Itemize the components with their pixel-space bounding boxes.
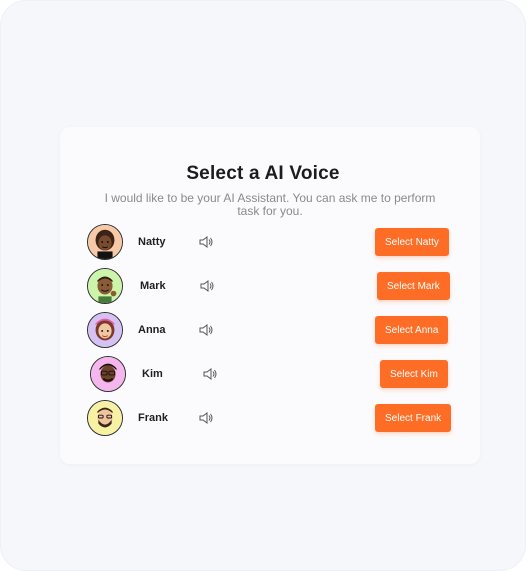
avatar-natty-image <box>88 225 122 259</box>
avatar <box>87 224 123 260</box>
avatar <box>87 312 123 348</box>
speaker-icon[interactable] <box>198 322 214 338</box>
voice-row-anna: Anna Select Anna <box>0 310 526 350</box>
speaker-icon[interactable] <box>198 410 214 426</box>
voice-name: Anna <box>138 324 166 336</box>
page-subtitle: I would like to be your AI Assistant. Yo… <box>104 191 436 218</box>
avatar <box>87 400 123 436</box>
speaker-icon[interactable] <box>202 366 218 382</box>
voice-row-natty: Natty Select Natty <box>0 222 526 262</box>
avatar-anna-image <box>88 313 122 347</box>
voice-row-frank: Frank Select Frank <box>0 398 526 438</box>
avatar-mark-image <box>88 269 122 303</box>
voice-name: Kim <box>142 368 163 380</box>
voice-row-kim: Kim Select Kim <box>0 354 526 394</box>
avatar <box>87 268 123 304</box>
avatar-frank-image <box>88 401 122 435</box>
avatar <box>90 356 126 392</box>
speaker-icon[interactable] <box>198 234 214 250</box>
select-frank-button[interactable]: Select Frank <box>375 404 452 432</box>
select-anna-button[interactable]: Select Anna <box>375 316 449 344</box>
select-kim-button[interactable]: Select Kim <box>380 360 448 388</box>
voice-name: Mark <box>140 280 166 292</box>
speaker-icon[interactable] <box>199 278 215 294</box>
select-mark-button[interactable]: Select Mark <box>377 272 450 300</box>
select-natty-button[interactable]: Select Natty <box>375 228 449 256</box>
voice-row-mark: Mark Select Mark <box>0 266 526 306</box>
avatar-kim-image <box>91 357 125 391</box>
page-title: Select a AI Voice <box>186 163 340 184</box>
voice-name: Natty <box>138 236 166 248</box>
voice-name: Frank <box>138 412 168 424</box>
